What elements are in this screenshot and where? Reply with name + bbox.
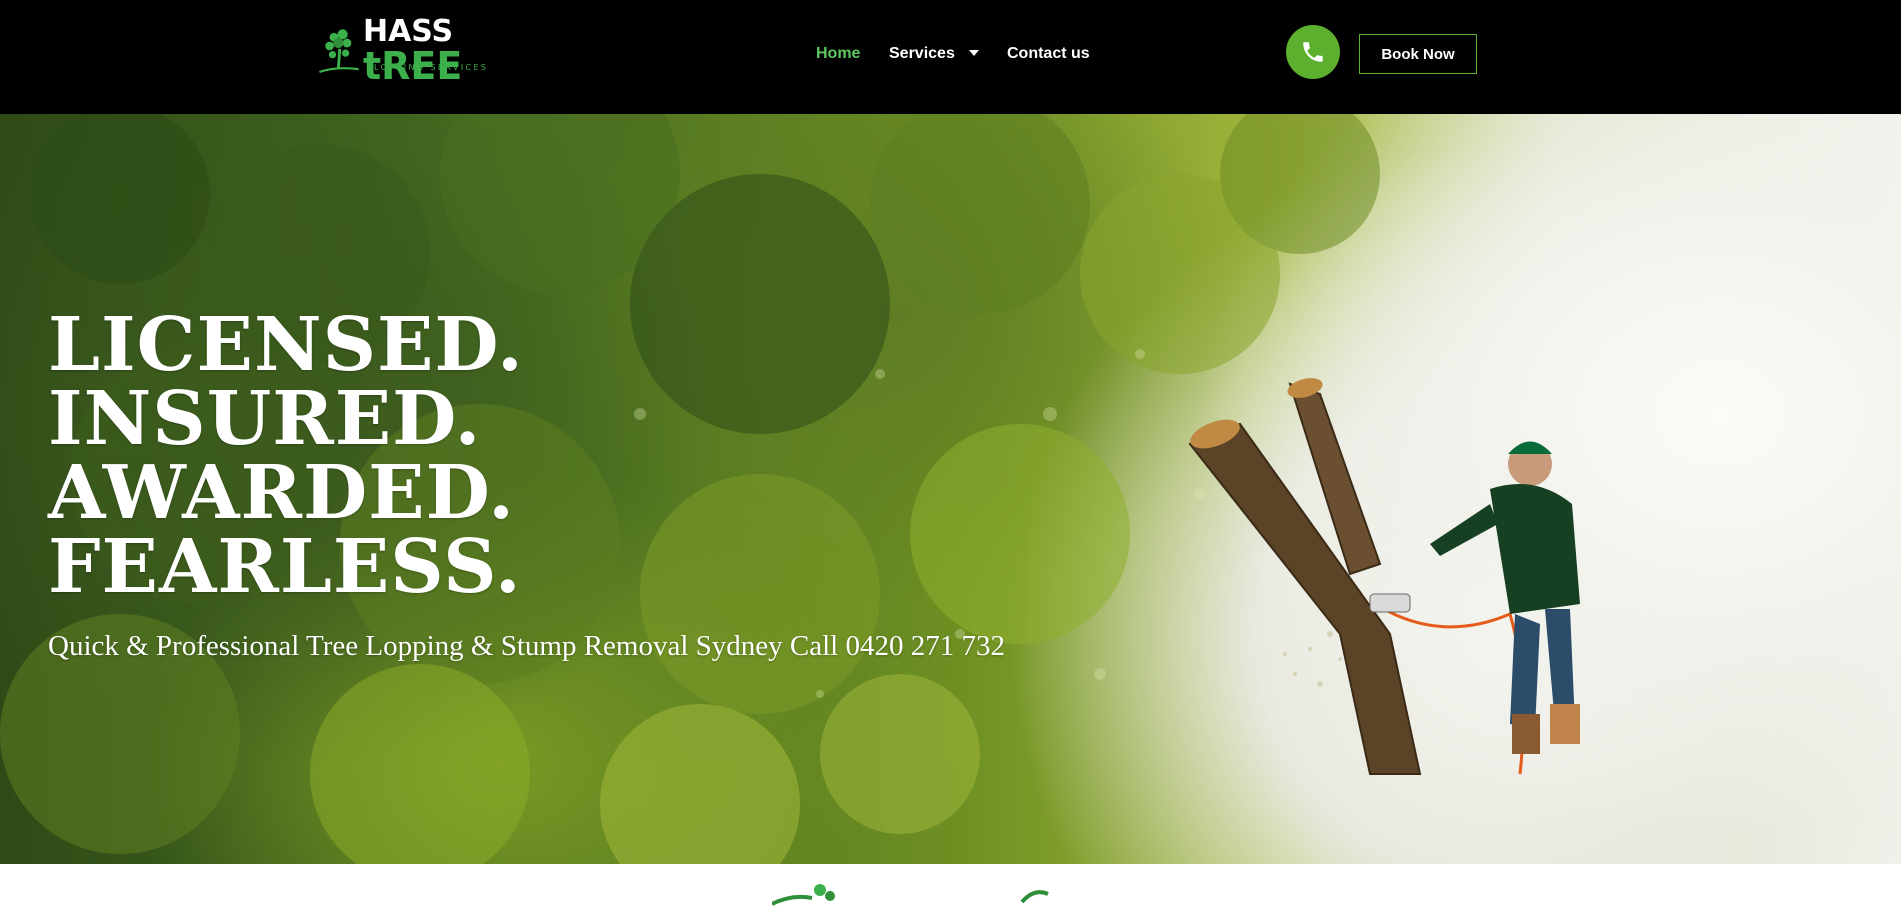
site-logo[interactable]: HASS tREE LOPPING SERVICES	[318, 17, 508, 86]
phone-icon	[1303, 42, 1323, 62]
chevron-down-icon	[968, 49, 979, 56]
hero-headline: LICENSED. INSURED. AWARDED. FEARLESS.	[48, 308, 524, 604]
phone-button[interactable]	[1286, 25, 1340, 79]
logo-wordmark: HASS tREE	[363, 17, 508, 86]
nav-home[interactable]: Home	[816, 44, 860, 64]
site-header: HASS tREE LOPPING SERVICES Home Services…	[0, 0, 1901, 114]
arborist-cutting-tree-image	[1188, 378, 1580, 775]
hero-subheading: Quick & Professional Tree Lopping & Stum…	[48, 630, 1005, 662]
nav-services[interactable]: Services	[889, 44, 979, 64]
headline-line-2: INSURED.	[48, 376, 482, 462]
tree-icon	[772, 884, 1049, 906]
tree-icon	[319, 29, 359, 74]
nav-services-label: Services	[889, 45, 955, 62]
headline-line-1: LICENSED.	[48, 302, 524, 388]
headline-line-4: FEARLESS.	[48, 524, 522, 610]
hero-section: LICENSED. INSURED. AWARDED. FEARLESS. Qu…	[0, 114, 1901, 864]
nav-contact[interactable]: Contact us	[1007, 44, 1090, 64]
next-section	[0, 864, 1901, 906]
book-now-button[interactable]: Book Now	[1359, 34, 1477, 74]
logo-tagline: LOPPING SERVICES	[374, 63, 489, 72]
headline-line-3: AWARDED.	[48, 450, 515, 536]
